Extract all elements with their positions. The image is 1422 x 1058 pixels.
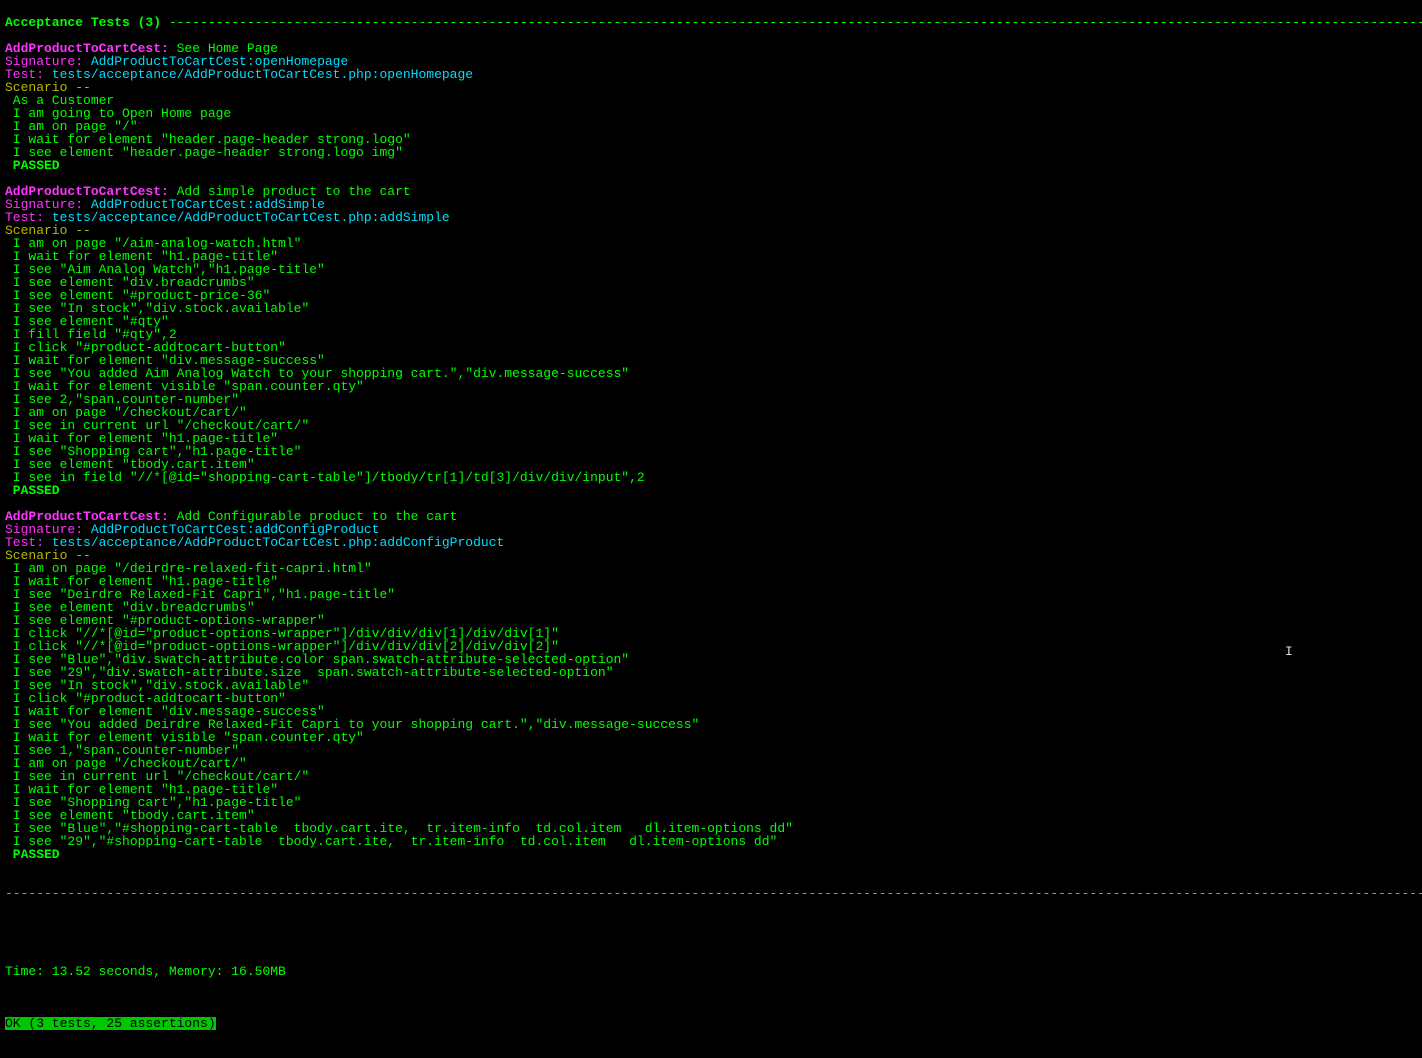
blank-line bbox=[5, 861, 1417, 874]
passed-marker: PASSED bbox=[5, 848, 1417, 861]
test-path-value: tests/acceptance/AddProductToCartCest.ph… bbox=[52, 535, 504, 550]
separator-line: ----------------------------------------… bbox=[5, 887, 1417, 900]
scenario-step: I see "29","#shopping-cart-table tbody.c… bbox=[5, 835, 1417, 848]
ok-summary: OK (3 tests, 25 assertions) bbox=[5, 1017, 216, 1030]
header-dashes: ----------------------------------------… bbox=[169, 15, 1422, 30]
test-block: AddProductToCartCest: Add Configurable p… bbox=[5, 510, 1417, 874]
blank-line bbox=[5, 939, 1417, 952]
test-block: AddProductToCartCest: See Home PageSigna… bbox=[5, 42, 1417, 185]
test-path-value: tests/acceptance/AddProductToCartCest.ph… bbox=[52, 67, 473, 82]
passed-marker: PASSED bbox=[5, 484, 1417, 497]
blank-line bbox=[5, 913, 1417, 926]
text-cursor-icon: I bbox=[1285, 645, 1293, 658]
test-block: AddProductToCartCest: Add simple product… bbox=[5, 185, 1417, 510]
suite-title: Acceptance Tests (3) bbox=[5, 15, 169, 30]
test-path-value: tests/acceptance/AddProductToCartCest.ph… bbox=[52, 210, 450, 225]
passed-marker: PASSED bbox=[5, 159, 1417, 172]
scenario-step: I am going to Open Home page bbox=[5, 107, 1417, 120]
terminal-output: Acceptance Tests (3) -------------------… bbox=[0, 0, 1422, 1058]
scenario-step: I see element "#qty" bbox=[5, 315, 1417, 328]
time-memory-line: Time: 13.52 seconds, Memory: 16.50MB bbox=[5, 965, 1417, 978]
suite-header: Acceptance Tests (3) -------------------… bbox=[5, 16, 1417, 29]
scenario-step: I see in field "//*[@id="shopping-cart-t… bbox=[5, 471, 1417, 484]
scenario-label: Scenario -- bbox=[5, 81, 1417, 94]
scenario-step: I see element "header.page-header strong… bbox=[5, 146, 1417, 159]
scenario-step: I see "In stock","div.stock.available" bbox=[5, 302, 1417, 315]
